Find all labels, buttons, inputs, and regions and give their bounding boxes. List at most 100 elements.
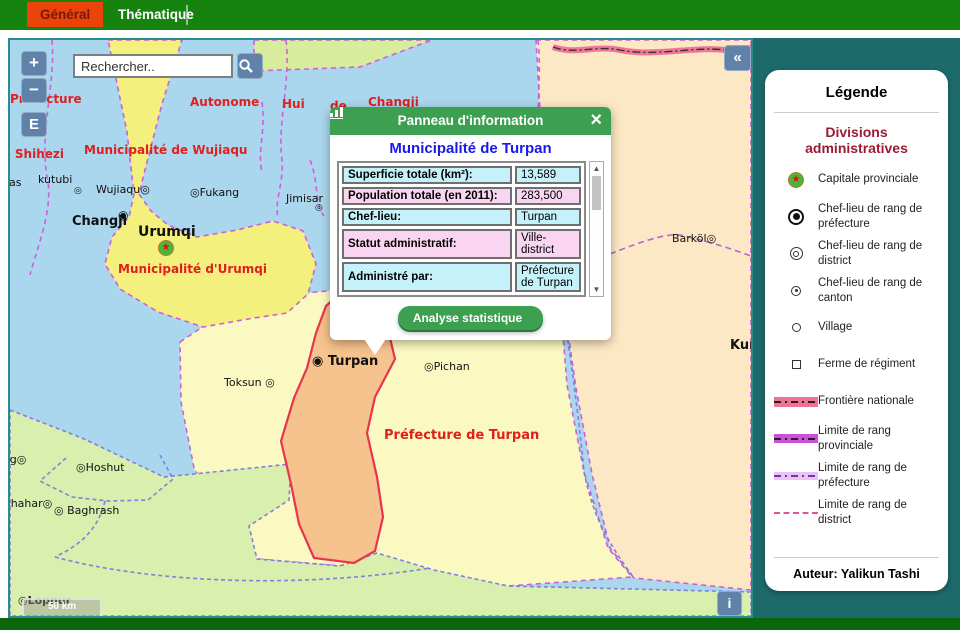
- extent-button[interactable]: E: [21, 112, 47, 137]
- map-label: Municipalité de Wujiaqu: [84, 143, 247, 157]
- row-value: 13,589: [515, 166, 581, 184]
- info-table: Superficie totale (km²):13,589Population…: [337, 161, 586, 297]
- info-panel: Panneau d'information × Municipalité de …: [330, 107, 611, 340]
- zoom-in-button[interactable]: +: [21, 51, 47, 76]
- province-line-icon: [774, 434, 818, 443]
- district-line-icon: [774, 512, 818, 514]
- row-value: Préfecture de Turpan: [515, 262, 581, 292]
- map[interactable]: PréfectureAutonomeHuideChangjide Shihezi…: [8, 38, 753, 618]
- topbar: Général Thématique: [0, 0, 960, 30]
- table-row: Population totale (en 2011):283,500: [342, 187, 581, 205]
- legend-item-label: Chef-lieu de rang de district: [818, 239, 939, 269]
- row-label: Administré par:: [342, 262, 512, 292]
- legend-item-label: Village: [818, 320, 852, 335]
- table-row: Statut administratif:Ville-district: [342, 229, 581, 259]
- legend-item: Village: [774, 312, 939, 343]
- map-label: ◎Hoshut: [76, 461, 125, 474]
- scale-bar: 50 km: [22, 598, 102, 618]
- table-row: Chef-lieu:Turpan: [342, 208, 581, 226]
- row-value: Ville-district: [515, 229, 581, 259]
- legend-title: Légende: [774, 80, 939, 112]
- capital-star-marker: ★: [158, 240, 174, 256]
- map-label: Toksun ◎: [224, 376, 275, 389]
- pref-icon: [788, 209, 804, 225]
- legend-panel: Légende Divisions administratives ★Capit…: [765, 70, 948, 591]
- map-label: Changji: [72, 214, 127, 229]
- legend-item: Chef-lieu de rang de district: [774, 238, 939, 269]
- row-value: 283,500: [515, 187, 581, 205]
- bottom-bar: [0, 618, 960, 630]
- legend-item-label: Frontière nationale: [818, 394, 914, 409]
- legend-section-title: Divisions administratives: [774, 124, 939, 156]
- info-panel-header: Panneau d'information ×: [330, 107, 611, 135]
- legend-item: Limite de rang provinciale: [774, 423, 939, 454]
- map-label: ◎: [315, 203, 323, 213]
- legend-item-label: Chef-lieu de rang de canton: [818, 276, 939, 306]
- close-icon[interactable]: ×: [590, 106, 602, 134]
- attribution-button[interactable]: i: [717, 591, 742, 616]
- zoom-out-button[interactable]: −: [21, 78, 47, 103]
- legend-item-label: Limite de rang provinciale: [818, 424, 939, 454]
- legend-item: Chef-lieu de rang de canton: [774, 275, 939, 306]
- legend-author: Auteur: Yalikun Tashi: [774, 557, 939, 583]
- district-icon: [790, 247, 803, 260]
- table-row: Superficie totale (km²):13,589: [342, 166, 581, 184]
- canton-icon: [791, 286, 801, 296]
- map-label: Préfecture de Turpan: [384, 428, 539, 443]
- search-button[interactable]: [237, 53, 263, 79]
- scroll-thumb[interactable]: [592, 176, 601, 210]
- map-label: ◎: [74, 186, 82, 196]
- village-icon: [792, 323, 801, 332]
- legend-item-label: Chef-lieu de rang de préfecture: [818, 202, 939, 232]
- capital-icon: ★: [788, 172, 804, 188]
- map-label: ◎Pichan: [424, 360, 470, 373]
- map-label: Autonome: [190, 95, 259, 109]
- map-label: Municipalité d'Urumqi: [118, 262, 267, 276]
- map-label: ang◎: [8, 453, 26, 466]
- row-label: Statut administratif:: [342, 229, 512, 259]
- analyse-button-label: Analyse statistique: [413, 311, 522, 325]
- info-panel-title: Municipalité de Turpan: [337, 140, 604, 157]
- national-line-icon: [774, 397, 818, 407]
- legend-item: Frontière nationale: [774, 386, 939, 417]
- legend-item-label: Limite de rang de préfecture: [818, 461, 939, 491]
- scroll-up-arrow[interactable]: ▲: [593, 164, 601, 173]
- map-label: Urumqi: [138, 224, 196, 240]
- sidebar: Légende Divisions administratives ★Capit…: [753, 38, 960, 618]
- map-label: ◉ Turpan: [312, 354, 378, 369]
- tab-divider: [186, 5, 188, 25]
- panel-tail: [364, 339, 386, 355]
- prefecture-line-icon: [774, 472, 818, 480]
- legend-item: Limite de rang de préfecture: [774, 460, 939, 491]
- map-label: nas: [8, 176, 21, 189]
- scroll-down-arrow[interactable]: ▼: [593, 285, 601, 294]
- analyse-statistique-button[interactable]: Analyse statistique: [398, 306, 543, 330]
- row-value: Turpan: [515, 208, 581, 226]
- legend-item-label: Ferme de régiment: [818, 357, 915, 372]
- legend-item: Ferme de régiment: [774, 349, 939, 380]
- map-label: Wujiaqu◎: [96, 183, 150, 196]
- map-label: Hui: [282, 97, 305, 111]
- legend-item: ★Capitale provinciale: [774, 164, 939, 195]
- tab-general[interactable]: Général: [27, 2, 103, 27]
- tab-thematique[interactable]: Thématique: [118, 0, 194, 30]
- legend-item-label: Limite de rang de district: [818, 498, 939, 528]
- row-label: Chef-lieu:: [342, 208, 512, 226]
- row-label: Population totale (en 2011):: [342, 187, 512, 205]
- map-label: Kum: [730, 338, 753, 353]
- legend-item: Chef-lieu de rang de préfecture: [774, 201, 939, 232]
- legend-item: Limite de rang de district: [774, 497, 939, 528]
- map-label: Barköl◎: [672, 232, 716, 245]
- info-panel-header-label: Panneau d'information: [398, 113, 544, 128]
- map-label: de Shihezi: [8, 147, 64, 161]
- map-label: kutubi: [38, 173, 72, 186]
- search-input[interactable]: [73, 54, 233, 78]
- map-label: ◎ Baghrash: [54, 504, 119, 517]
- farm-icon: [792, 360, 801, 369]
- map-label: ◎Fukang: [190, 186, 239, 199]
- map-label: ushahar◎: [8, 497, 52, 510]
- collapse-sidebar-button[interactable]: «: [724, 45, 751, 71]
- row-label: Superficie totale (km²):: [342, 166, 512, 184]
- scrollbar[interactable]: ▲ ▼: [589, 161, 604, 297]
- table-row: Administré par:Préfecture de Turpan: [342, 262, 581, 292]
